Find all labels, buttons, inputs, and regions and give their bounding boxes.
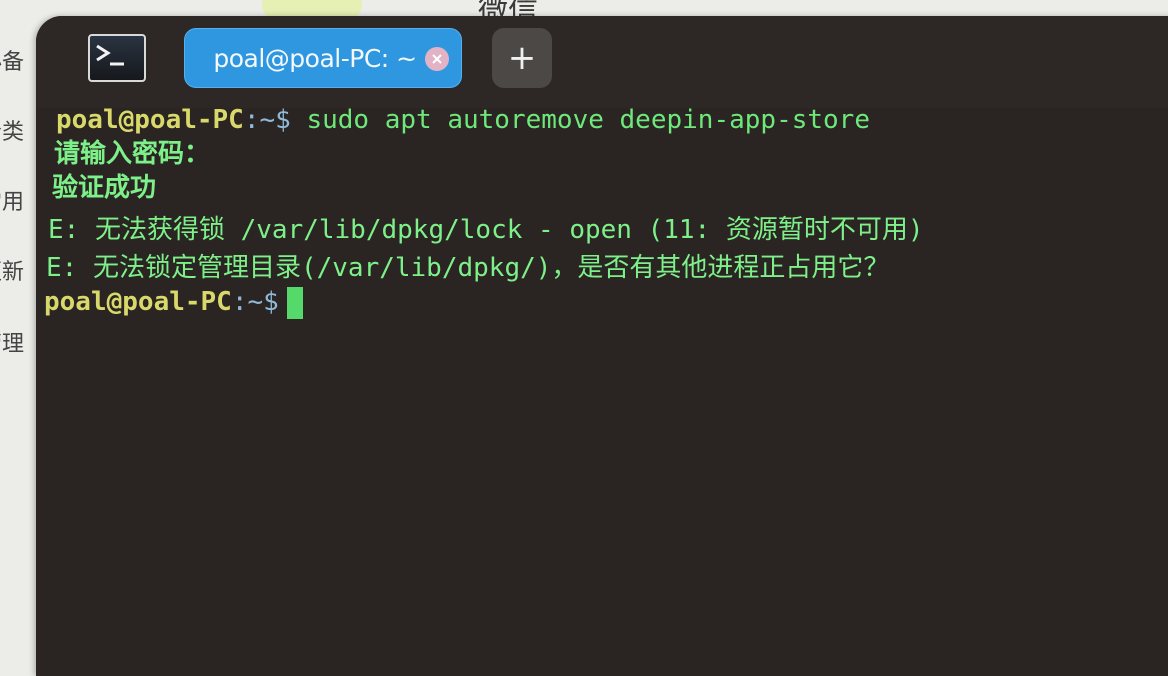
- background-sidebar-item[interactable]: 更新: [0, 254, 24, 286]
- tab-terminal-session[interactable]: poal@poal-PC: ~: [184, 28, 462, 88]
- prompt-separator: :: [243, 105, 260, 135]
- text-cursor: [286, 286, 303, 319]
- background-sidebar-item[interactable]: 常用: [0, 184, 24, 216]
- prompt-path: ~$: [247, 287, 279, 317]
- typed-command: sudo apt autoremove deepin-app-store: [290, 105, 870, 135]
- prompt-path: ~$: [259, 105, 291, 135]
- close-icon[interactable]: [425, 47, 449, 71]
- terminal-icon[interactable]: [88, 34, 146, 82]
- background-sidebar-item[interactable]: 分类: [0, 114, 24, 146]
- terminal-titlebar: poal@poal-PC: ~ +: [36, 16, 1168, 108]
- terminal-line-command: poal@poal-PC:~$ sudo apt autoremove deep…: [56, 104, 870, 136]
- terminal-line-error-lock: E: 无法获得锁 /var/lib/dpkg/lock - open (11: …: [48, 215, 924, 245]
- terminal-window: poal@poal-PC: ~ + poal@poal-PC:~$ sudo a…: [36, 16, 1168, 676]
- add-tab-button[interactable]: +: [492, 28, 552, 88]
- terminal-prompt-glyph: [96, 44, 124, 66]
- tab-label: poal@poal-PC: ~: [213, 43, 417, 73]
- terminal-line-password-prompt: 请输入密码：: [54, 139, 211, 169]
- terminal-output[interactable]: poal@poal-PC:~$ sudo apt autoremove deep…: [36, 104, 1168, 664]
- plus-icon: +: [507, 38, 537, 78]
- terminal-line-auth-success: 验证成功: [52, 173, 157, 203]
- background-sidebar-item[interactable]: 管理: [0, 326, 24, 358]
- prompt-user: poal@poal-PC: [56, 105, 244, 135]
- background-sidebar-item[interactable]: 必备: [0, 44, 24, 76]
- terminal-line-error-dir: E: 无法锁定管理目录(/var/lib/dpkg/)，是否有其他进程正占用它？: [46, 253, 890, 283]
- prompt-user: poal@poal-PC: [44, 287, 232, 317]
- prompt-separator: :: [231, 287, 248, 317]
- terminal-line-prompt: poal@poal-PC:~$: [44, 286, 303, 319]
